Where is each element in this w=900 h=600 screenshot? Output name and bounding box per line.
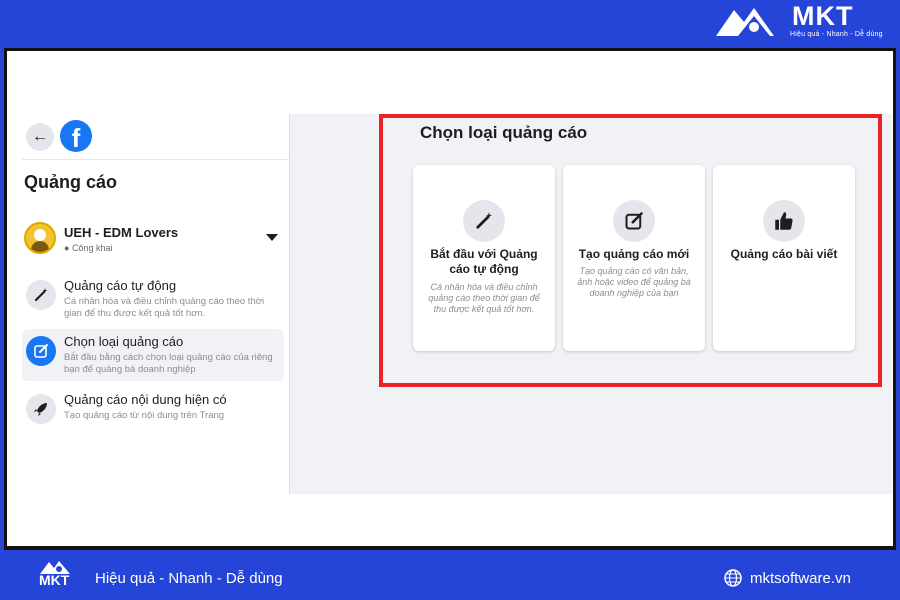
brand-tagline: Hiệu quả - Nhanh - Dễ dùng xyxy=(790,31,883,38)
globe-small-icon: ● xyxy=(64,243,70,253)
sidebar-item-desc: Tạo quảng cáo từ nội dung trên Trang xyxy=(64,410,225,421)
sidebar-item-label: Quảng cáo tự động xyxy=(64,278,177,293)
mkt-logo: MKT xyxy=(38,559,76,595)
sidebar-item-choose-ad-type[interactable]: Chọn loại quảng cáo Bắt đầu bằng cách ch… xyxy=(22,329,284,381)
rocket-icon xyxy=(26,394,56,424)
sidebar: ← f Quảng cáo UEH - EDM Lovers ● Công kh… xyxy=(22,114,290,494)
page-visibility: ● Công khai xyxy=(64,243,113,253)
highlight-box xyxy=(379,114,882,387)
sidebar-item-label: Quảng cáo nội dung hiện có xyxy=(64,392,227,407)
caret-down-icon[interactable] xyxy=(266,234,278,241)
sidebar-item-existing-content-ads[interactable]: Quảng cáo nội dung hiện có Tạo quảng cáo… xyxy=(22,387,284,439)
brand-name: MKT xyxy=(792,1,854,31)
facebook-logo-icon[interactable]: f xyxy=(60,120,92,152)
mkt-logo: MKT Hiệu quả - Nhanh - Dễ dùng xyxy=(712,1,883,42)
magic-wand-icon xyxy=(26,280,56,310)
brand-name: MKT xyxy=(39,572,70,588)
sidebar-divider xyxy=(22,159,290,160)
page-selector[interactable]: UEH - EDM Lovers ● Công khai xyxy=(24,222,286,258)
edit-icon xyxy=(26,336,56,366)
sidebar-item-desc: Cá nhân hóa và điều chỉnh quảng cáo theo… xyxy=(64,296,265,319)
page-avatar xyxy=(24,222,56,254)
bottom-banner: MKT Hiệu quả - Nhanh - Dễ dùng mktsoftwa… xyxy=(0,552,900,600)
sidebar-title: Quảng cáo xyxy=(24,172,118,192)
footer-url[interactable]: mktsoftware.vn xyxy=(750,570,851,587)
mkt-mountain-icon xyxy=(716,8,774,36)
sidebar-item-desc: Bắt đầu bằng cách chọn loại quảng cáo củ… xyxy=(64,352,273,375)
footer-slogan: Hiệu quả - Nhanh - Dễ dùng xyxy=(95,570,283,587)
arrow-left-icon: ← xyxy=(32,128,48,145)
sidebar-item-auto-ads[interactable]: Quảng cáo tự động Cá nhân hóa và điều ch… xyxy=(22,273,284,325)
globe-icon xyxy=(724,569,742,587)
page-name: UEH - EDM Lovers xyxy=(64,225,179,240)
back-button[interactable]: ← xyxy=(26,123,54,151)
sidebar-item-label: Chọn loại quảng cáo xyxy=(64,334,184,349)
top-banner: MKT Hiệu quả - Nhanh - Dễ dùng xyxy=(0,0,900,48)
